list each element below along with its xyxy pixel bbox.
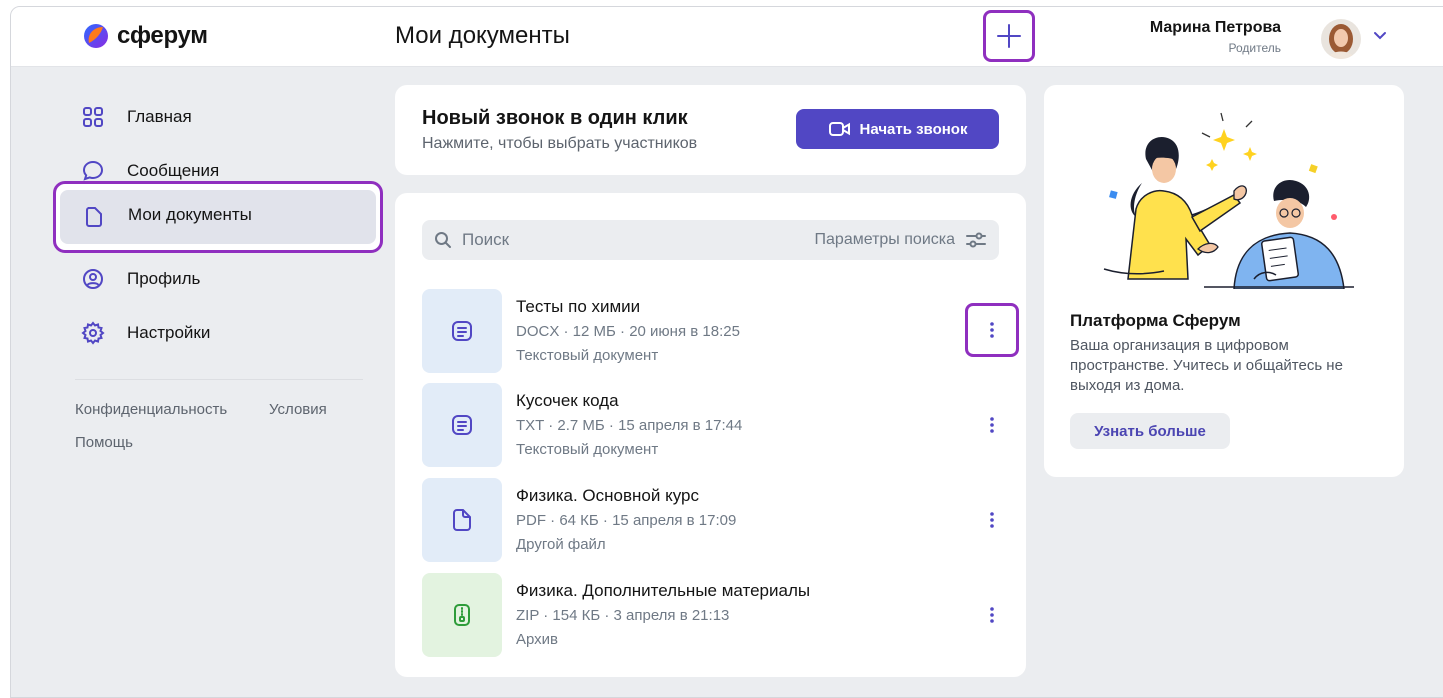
- profile-icon: [83, 269, 103, 289]
- user-role: Родитель: [1228, 41, 1281, 55]
- document-type: Другой файл: [516, 536, 606, 553]
- document-type: Текстовый документ: [516, 441, 659, 458]
- document-name: Физика. Основной курс: [516, 486, 699, 505]
- search-params-button[interactable]: Параметры поиска: [815, 231, 955, 249]
- sidebar-item-label: Сообщения: [127, 161, 220, 180]
- terms-link[interactable]: Условия: [269, 401, 327, 418]
- document-thumbnail: [422, 289, 502, 373]
- logo[interactable]: сферум: [81, 21, 208, 51]
- promo-text: Ваша организация в цифровом пространстве…: [1070, 337, 1343, 394]
- document-row[interactable]: Физика. Дополнительные материалы ZIP · 1…: [422, 573, 1002, 657]
- document-thumbnail: [422, 478, 502, 562]
- add-document-button[interactable]: [983, 10, 1035, 62]
- chevron-down-icon[interactable]: [1373, 31, 1387, 41]
- more-vertical-icon: [990, 512, 994, 528]
- document-more-button[interactable]: [974, 502, 1010, 538]
- text-document-icon: [452, 321, 472, 341]
- search-input[interactable]: Поиск: [462, 230, 509, 250]
- sidebar-item-label: Профиль: [127, 269, 201, 288]
- promo-card: Платформа Сферум Ваша организация в цифр…: [1044, 85, 1404, 477]
- document-icon: [86, 207, 102, 227]
- document-name: Кусочек кода: [516, 391, 619, 410]
- document-type: Архив: [516, 631, 559, 648]
- app-window: сферум Мои документы Марина Петрова Роди…: [10, 6, 1443, 698]
- chat-icon: [82, 160, 104, 181]
- document-type: Текстовый документ: [516, 347, 659, 364]
- sidebar-item-label: Настройки: [127, 323, 211, 342]
- document-meta: DOCX · 12 МБ · 20 июня в 18:25: [516, 323, 740, 340]
- sferum-logo-icon: [84, 24, 108, 48]
- document-meta: ZIP · 154 КБ · 3 апреля в 21:13: [516, 607, 730, 624]
- plus-icon: [997, 24, 1021, 48]
- search-icon: [435, 232, 451, 248]
- sidebar-item-settings[interactable]: Настройки: [59, 307, 377, 359]
- document-meta: TXT · 2.7 МБ · 15 апреля в 17:44: [516, 417, 743, 434]
- help-link[interactable]: Помощь: [75, 434, 133, 451]
- sidebar-item-home[interactable]: Главная: [59, 91, 377, 143]
- call-subtitle: Нажмите, чтобы выбрать участников: [422, 135, 698, 152]
- start-call-label: Начать звонок: [859, 120, 968, 138]
- more-vertical-icon: [990, 322, 994, 338]
- grid-icon: [83, 107, 103, 127]
- more-vertical-icon: [990, 417, 994, 433]
- new-call-card: Новый звонок в один клик Нажмите, чтобы …: [395, 85, 1026, 175]
- user-name: Марина Петрова: [1149, 19, 1281, 36]
- logo-text: сферум: [117, 22, 208, 49]
- sidebar-item-label: Главная: [127, 107, 192, 126]
- documents-card: Поиск Параметры поиска Тесты по химии DO…: [395, 193, 1026, 677]
- sidebar-item-documents[interactable]: Мои документы: [53, 181, 383, 253]
- document-more-button[interactable]: [974, 407, 1010, 443]
- learn-more-button[interactable]: Узнать больше: [1070, 413, 1230, 449]
- promo-title: Платформа Сферум: [1070, 311, 1241, 330]
- file-icon: [453, 509, 471, 531]
- document-name: Тесты по химии: [516, 297, 641, 316]
- privacy-link[interactable]: Конфиденциальность: [75, 401, 227, 418]
- video-camera-icon: [828, 122, 850, 136]
- document-more-button[interactable]: [974, 597, 1010, 633]
- more-vertical-icon: [990, 607, 994, 623]
- document-row[interactable]: Тесты по химии DOCX · 12 МБ · 20 июня в …: [422, 289, 1019, 373]
- page-title: Мои документы: [395, 22, 570, 49]
- document-meta: PDF · 64 КБ · 15 апреля в 17:09: [516, 512, 737, 529]
- archive-icon: [454, 604, 470, 626]
- search-field[interactable]: Поиск Параметры поиска: [422, 220, 999, 260]
- document-row[interactable]: Кусочек кода TXT · 2.7 МБ · 15 апреля в …: [422, 383, 1002, 467]
- top-bar: сферум Мои документы Марина Петрова Роди…: [11, 7, 1443, 67]
- user-menu[interactable]: Марина Петрова Родитель: [1131, 13, 1391, 63]
- call-title: Новый звонок в один клик: [422, 107, 688, 129]
- settings-icon: [81, 321, 105, 345]
- start-call-button[interactable]: Начать звонок: [796, 109, 999, 149]
- text-document-icon: [452, 415, 472, 435]
- sidebar-item-profile[interactable]: Профиль: [59, 253, 377, 305]
- filter-icon[interactable]: [965, 230, 987, 250]
- sidebar-divider: [75, 379, 363, 380]
- sidebar-item-label: Мои документы: [128, 205, 252, 224]
- document-thumbnail: [422, 573, 502, 657]
- document-more-button[interactable]: [965, 303, 1019, 357]
- document-row[interactable]: Физика. Основной курс PDF · 64 КБ · 15 а…: [422, 478, 1002, 562]
- avatar[interactable]: [1321, 19, 1361, 59]
- document-thumbnail: [422, 383, 502, 467]
- document-name: Физика. Дополнительные материалы: [516, 581, 811, 600]
- people-talking-illustration: [1103, 112, 1354, 289]
